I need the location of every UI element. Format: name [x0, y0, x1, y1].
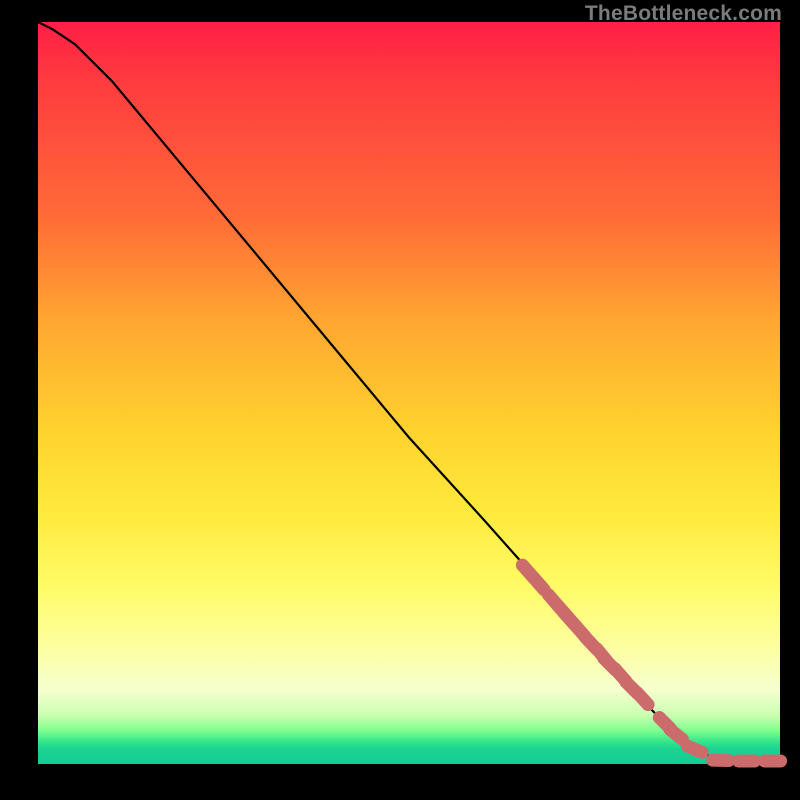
data-marker — [670, 729, 683, 739]
chart-frame: TheBottleneck.com — [0, 0, 800, 800]
curve-line — [38, 22, 780, 762]
marker-group — [522, 565, 780, 761]
chart-svg — [38, 22, 780, 764]
data-marker — [687, 746, 702, 752]
data-marker — [637, 693, 648, 705]
data-marker — [534, 578, 545, 590]
watermark-text: TheBottleneck.com — [585, 2, 782, 26]
